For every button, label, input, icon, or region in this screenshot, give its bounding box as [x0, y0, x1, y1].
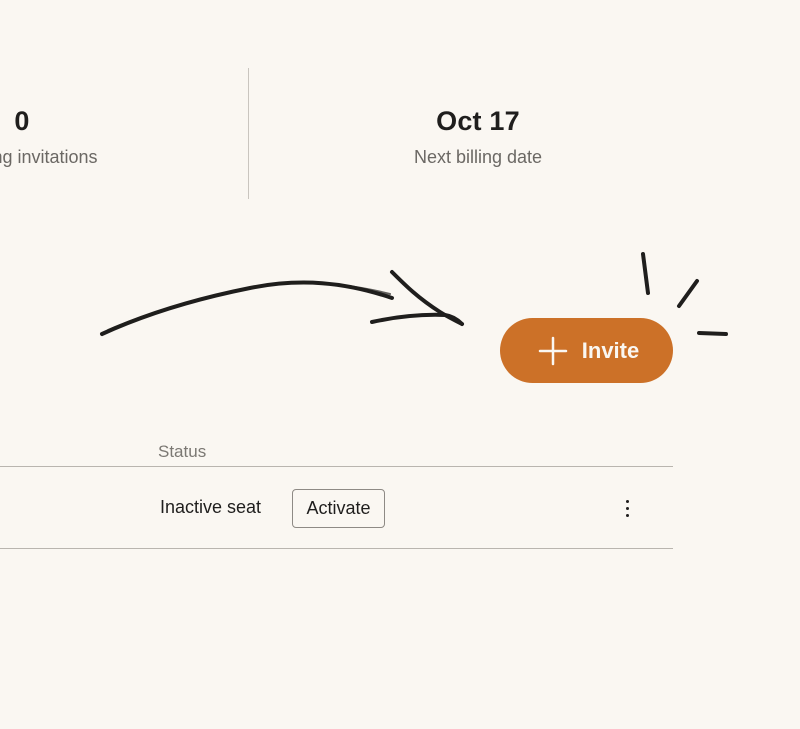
invite-button[interactable]: Invite [500, 318, 673, 383]
more-vertical-icon[interactable] [616, 494, 638, 522]
members-page: 0 Pending invitations Oct 17 Next billin… [0, 0, 800, 729]
status-text: Inactive seat [160, 497, 262, 517]
stat-label: Pending invitations [0, 147, 98, 167]
activate-button[interactable]: Activate [292, 489, 385, 528]
invite-button-label: Invite [581, 337, 640, 363]
stat-value: Oct 17 [436, 106, 520, 136]
stat-label: Next billing date [413, 147, 543, 167]
stat-next-billing-date: Oct 17 Next billing date [378, 106, 578, 168]
stats-divider [248, 68, 249, 199]
table-row-divider [0, 548, 673, 549]
table-header-divider [0, 466, 673, 467]
plus-icon [538, 336, 568, 365]
column-header-status: Status [158, 442, 207, 461]
stat-pending-invitations: 0 Pending invitations [0, 106, 122, 168]
stat-value: 0 [14, 106, 30, 136]
